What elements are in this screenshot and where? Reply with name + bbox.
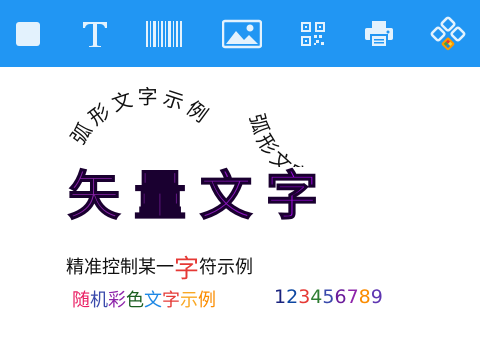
add-qrcode-button[interactable] xyxy=(289,10,337,58)
add-image-button[interactable] xyxy=(218,10,266,58)
print-button[interactable] xyxy=(355,10,403,58)
random-char: 色 xyxy=(126,290,144,311)
vector-text-label: 矢量文字 xyxy=(68,167,332,227)
random-char: 示 xyxy=(180,290,198,311)
add-barcode-button[interactable] xyxy=(140,10,188,58)
random-char: 字 xyxy=(162,290,180,311)
add-shape-button[interactable] xyxy=(4,10,52,58)
add-text-button[interactable] xyxy=(71,10,119,58)
random-char: 文 xyxy=(144,290,162,311)
digit-char: 5 xyxy=(322,286,335,308)
random-char: 机 xyxy=(90,290,108,311)
digit-char: 6 xyxy=(334,286,347,308)
square-icon xyxy=(16,22,40,46)
printer-icon xyxy=(365,21,393,48)
random-char: 彩 xyxy=(108,290,126,311)
qrcode-icon xyxy=(301,22,325,46)
digit-text[interactable]: 123456789 xyxy=(274,286,383,312)
vector-text[interactable]: 矢量文字 xyxy=(0,159,480,239)
precise-text-after: 符示例 xyxy=(199,257,254,278)
random-color-text[interactable]: 随机彩色文字示例 xyxy=(72,286,216,312)
digit-char: 3 xyxy=(298,286,311,308)
digit-char: 9 xyxy=(370,286,383,308)
precise-text-before: 精准控制某一 xyxy=(66,257,174,278)
precise-text[interactable]: 精准控制某一字符示例 xyxy=(66,245,254,283)
random-char: 随 xyxy=(72,290,90,311)
digit-char: 8 xyxy=(358,286,371,308)
random-char: 例 xyxy=(198,290,216,311)
digit-char: 4 xyxy=(310,286,323,308)
image-icon xyxy=(222,19,262,49)
arc-text-group: 弧形文字示例 弧形文字示例 xyxy=(66,85,357,167)
text-icon xyxy=(83,22,107,47)
barcode-icon xyxy=(146,21,182,47)
digit-char: 1 xyxy=(274,286,287,308)
precise-text-highlight: 字 xyxy=(174,254,200,283)
digit-char: 7 xyxy=(346,286,359,308)
digit-char: 2 xyxy=(286,286,299,308)
label-canvas[interactable]: 弧形文字示例 弧形文字示例 矢量文字 精准控制某一字符示例 随机彩色文字示例 1… xyxy=(0,67,480,338)
arc-text-left[interactable]: 弧形文字示例 xyxy=(66,85,216,149)
apps-button[interactable] xyxy=(424,10,472,58)
toolbar xyxy=(0,0,480,67)
blocks-icon xyxy=(430,16,466,51)
